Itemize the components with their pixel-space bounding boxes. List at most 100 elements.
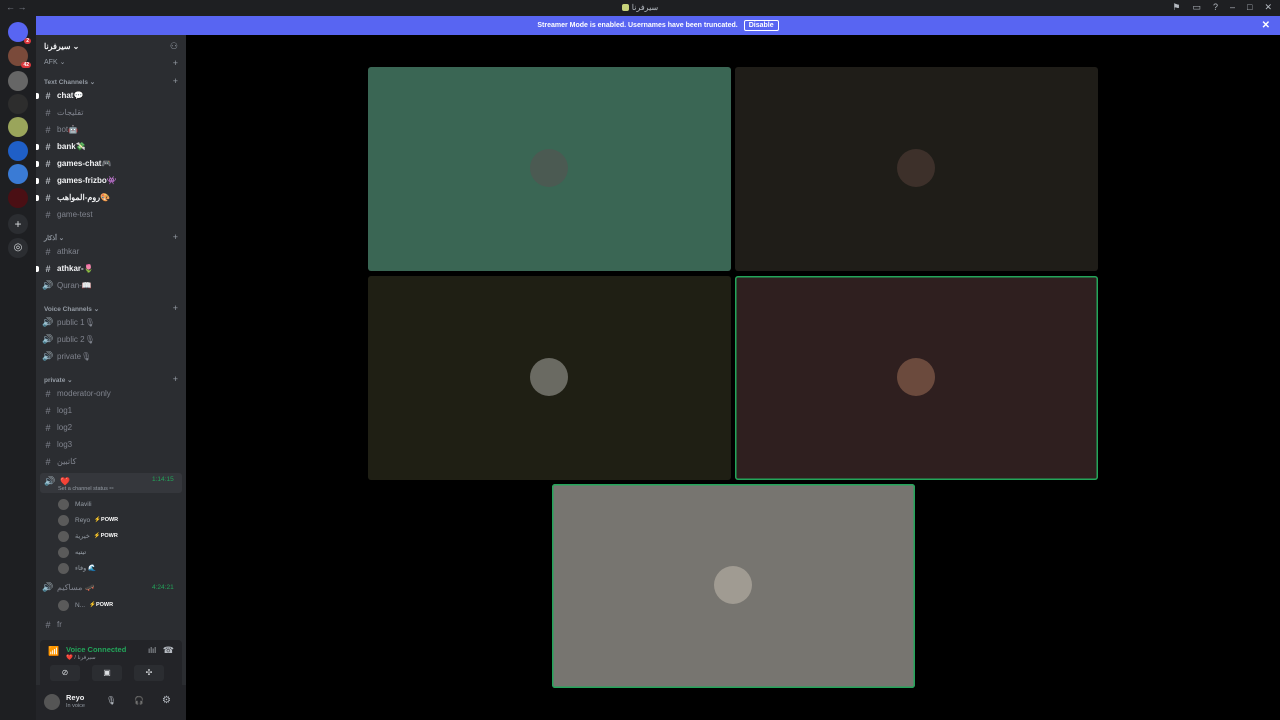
maximize-icon[interactable]: □ bbox=[1247, 2, 1252, 13]
server-list: 2 42 + ◎ bbox=[0, 16, 36, 720]
guild-icon[interactable] bbox=[8, 141, 28, 161]
server-name[interactable]: سيرفرنا ⌄ bbox=[44, 42, 79, 51]
create-channel-icon[interactable]: + bbox=[173, 76, 178, 86]
camera-off-button[interactable]: ⊘ bbox=[50, 665, 80, 681]
disable-button[interactable]: Disable bbox=[743, 20, 779, 31]
minimize-icon[interactable]: – bbox=[1230, 2, 1235, 13]
guild-icon[interactable] bbox=[8, 188, 28, 208]
create-channel-icon[interactable]: + bbox=[173, 374, 178, 384]
guild-icon[interactable]: 42 bbox=[8, 46, 31, 68]
hash-icon: # bbox=[45, 456, 51, 467]
channel-name: public 2🎙 bbox=[57, 335, 95, 344]
gear-icon[interactable]: ⚙ bbox=[162, 695, 171, 706]
channel-item[interactable]: 🔊 public 2🎙 bbox=[42, 332, 182, 347]
guild-icon[interactable] bbox=[8, 117, 28, 137]
channel-item[interactable]: # تقليجات bbox=[42, 105, 182, 120]
voice-member[interactable]: وفاء 🌊 bbox=[58, 561, 96, 575]
channel-status[interactable]: Set a channel status ✏ bbox=[58, 486, 114, 492]
afk-label[interactable]: AFK ⌄ bbox=[44, 58, 65, 66]
screen-share-button[interactable]: ▣ bbox=[92, 665, 122, 681]
disconnect-icon[interactable]: ☎ bbox=[163, 645, 174, 656]
video-tile[interactable] bbox=[735, 276, 1098, 480]
channel-item[interactable]: # bot🤖 bbox=[42, 122, 182, 137]
channel-item[interactable]: 🔊 private🎙 bbox=[42, 349, 182, 364]
channel-item[interactable]: # games-chat🎮 bbox=[36, 156, 182, 171]
avatar bbox=[530, 149, 568, 187]
hash-icon: # bbox=[45, 619, 51, 630]
channel-item[interactable]: # روم-المواهب🎨 bbox=[36, 190, 182, 205]
category-voice-channels[interactable]: Voice Channels ⌄ bbox=[44, 305, 99, 313]
channel-name: Quran-📖 bbox=[57, 281, 92, 290]
window-title-text: سيرفرنا bbox=[631, 3, 659, 12]
video-tile[interactable] bbox=[368, 276, 731, 480]
unread-indicator bbox=[36, 143, 39, 150]
avatar bbox=[897, 358, 935, 396]
avatar bbox=[897, 149, 935, 187]
channel-item[interactable]: # athkar bbox=[42, 244, 182, 259]
channel-item[interactable]: # athkar-🌷 bbox=[36, 261, 182, 276]
channel-item[interactable]: # bank💸 bbox=[36, 139, 182, 154]
channel-item[interactable]: # log3 bbox=[42, 437, 182, 452]
video-tile[interactable] bbox=[552, 484, 915, 688]
guild-icon[interactable] bbox=[8, 94, 28, 114]
hash-icon: # bbox=[45, 246, 51, 257]
channel-item[interactable]: # fr bbox=[42, 617, 182, 632]
channel-name: log3 bbox=[57, 440, 73, 449]
channel-item[interactable]: # game-test bbox=[42, 207, 182, 222]
category-private[interactable]: private ⌄ bbox=[44, 376, 73, 384]
close-window-icon[interactable]: ✕ bbox=[1264, 2, 1272, 13]
microphone-icon[interactable]: 🎙 bbox=[106, 696, 116, 705]
voice-channel-name: ❤️ bbox=[60, 477, 70, 486]
server-name-text: سيرفرنا bbox=[44, 42, 71, 51]
video-tile[interactable] bbox=[735, 67, 1098, 271]
noise-suppression-icon[interactable]: ılıl bbox=[148, 646, 156, 655]
hash-icon: # bbox=[45, 209, 51, 220]
voice-member[interactable]: خيرية POWR bbox=[58, 529, 118, 543]
speaker-icon: 🔊 bbox=[44, 476, 56, 486]
discord-home-icon[interactable]: 2 bbox=[8, 22, 31, 44]
channel-item[interactable]: # games-frizbo👾 bbox=[36, 173, 182, 188]
channel-item[interactable]: # moderator-only bbox=[42, 386, 182, 401]
inbox-icon[interactable]: ⚑ bbox=[1172, 2, 1180, 13]
activities-button[interactable]: ✣ bbox=[134, 665, 164, 681]
voice-member[interactable]: Mavili bbox=[58, 497, 92, 511]
channel-item[interactable]: # log1 bbox=[42, 403, 182, 418]
hash-icon: # bbox=[45, 192, 51, 203]
channel-name: مساكيم 🛹 bbox=[57, 583, 95, 592]
help-icon[interactable]: ? bbox=[1213, 2, 1218, 13]
voice-connected-title[interactable]: Voice Connected bbox=[66, 645, 126, 654]
title-bar: ← → سيرفرنا ⚑ ▭ ? – □ ✕ bbox=[0, 0, 1280, 16]
channel-item[interactable]: 🔊 Quran-📖 bbox=[42, 278, 182, 293]
add-member-icon[interactable]: ⚇ bbox=[170, 41, 178, 52]
channel-name: chat💬 bbox=[57, 91, 84, 100]
monitor-icon[interactable]: ▭ bbox=[1192, 2, 1201, 13]
add-icon[interactable]: + bbox=[173, 58, 178, 68]
create-channel-icon[interactable]: + bbox=[173, 232, 178, 242]
headphones-icon[interactable]: 🎧 bbox=[134, 696, 144, 705]
channel-name: log2 bbox=[57, 423, 73, 432]
voice-member[interactable]: ReyoPOWR bbox=[58, 513, 118, 527]
channel-item[interactable]: # log2 bbox=[42, 420, 182, 435]
signal-icon: 📶 bbox=[48, 646, 60, 656]
create-channel-icon[interactable]: + bbox=[173, 303, 178, 313]
voice-connected-sub[interactable]: ❤️ / سيرفرنا bbox=[66, 655, 96, 661]
unread-indicator bbox=[36, 265, 39, 272]
voice-member[interactable]: N...POWR bbox=[58, 598, 113, 612]
voice-member[interactable]: تيتيه bbox=[58, 545, 86, 559]
member-name: وفاء 🌊 bbox=[75, 565, 97, 572]
channel-item[interactable]: # كاتبين bbox=[42, 454, 182, 469]
username[interactable]: Reyo bbox=[66, 693, 84, 702]
avatar[interactable] bbox=[44, 694, 60, 710]
channel-item[interactable]: 🔊 public 1🎙 bbox=[42, 315, 182, 330]
add-server-icon[interactable]: + bbox=[8, 214, 28, 234]
category-text-channels[interactable]: Text Channels ⌄ bbox=[44, 78, 95, 86]
video-tile[interactable] bbox=[368, 67, 731, 271]
speaker-icon: 🔊 bbox=[42, 317, 54, 327]
guild-icon[interactable] bbox=[8, 71, 28, 91]
close-icon[interactable]: ✕ bbox=[1262, 20, 1270, 31]
category-athkar[interactable]: أذكار ⌄ bbox=[44, 234, 64, 242]
guild-icon[interactable] bbox=[8, 164, 28, 184]
discover-icon[interactable]: ◎ bbox=[8, 238, 28, 258]
avatar bbox=[58, 530, 69, 542]
channel-item[interactable]: # chat💬 bbox=[36, 88, 182, 103]
